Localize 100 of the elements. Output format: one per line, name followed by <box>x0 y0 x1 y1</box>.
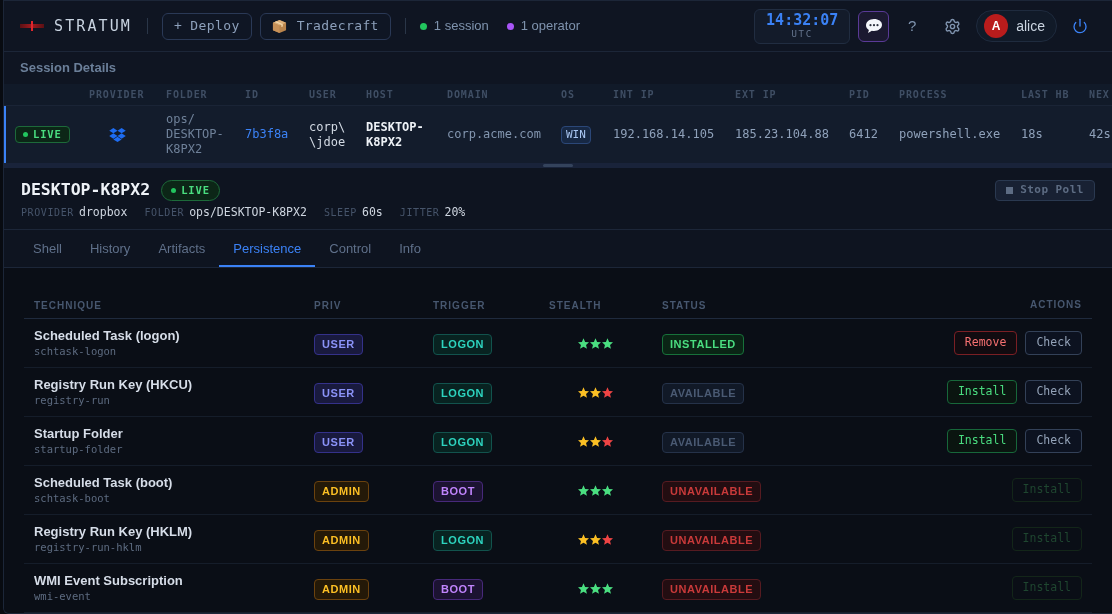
tradecraft-button[interactable]: Tradecraft <box>259 12 391 40</box>
column-header: HOST <box>366 88 394 102</box>
check-button[interactable]: Check <box>1025 380 1082 404</box>
deploy-button[interactable]: + Deploy <box>161 12 252 40</box>
meta-label: FOLDER <box>144 206 185 220</box>
stat-label: 1 session <box>433 17 489 36</box>
star-icon <box>602 435 613 447</box>
privilege-tag: ADMIN <box>314 578 369 600</box>
stat-label: 1 operator <box>520 17 580 36</box>
meta-label: SLEEP <box>323 206 357 220</box>
logo-icon <box>20 21 44 31</box>
technique-id: startup-folder <box>34 442 123 456</box>
meta-value: 60s <box>362 205 383 219</box>
tab[interactable]: Artifacts <box>144 230 220 267</box>
meta-value: ops/DESKTOP-K8PX2 <box>189 205 307 219</box>
privilege-tag: ADMIN <box>314 480 369 502</box>
section-title: Session Details <box>20 59 117 78</box>
tab[interactable]: Info <box>385 230 435 267</box>
stop-icon <box>1006 186 1014 194</box>
table-cell: 185.23.104.88 <box>735 127 829 142</box>
star-icon <box>578 484 589 496</box>
help-button[interactable]: ? <box>897 11 928 41</box>
settings-icon <box>943 17 961 35</box>
column-header: STEALTH <box>549 300 602 311</box>
host-title: DESKTOP-K8PX2 <box>21 179 151 201</box>
remove-button[interactable]: Remove <box>953 331 1018 355</box>
user-avatar: A <box>984 14 1009 38</box>
technique-name: Startup Folder <box>34 426 123 442</box>
status-tag: UNAVAILABLE <box>662 578 762 600</box>
status-tag: UNAVAILABLE <box>662 529 762 551</box>
table-cell-text: corp\\jdoe <box>309 119 347 150</box>
table-cell: corp.acme.com <box>447 127 541 142</box>
star-icon <box>578 386 589 398</box>
package-icon <box>271 18 287 34</box>
star-icon <box>578 533 589 545</box>
trigger-tag: LOGON <box>433 529 493 551</box>
privilege-tag: USER <box>314 382 363 404</box>
star-icon <box>578 582 589 594</box>
privilege-tag: USER <box>314 333 363 355</box>
meta-label: JITTER <box>399 206 440 220</box>
column-header: STATUS <box>662 300 707 311</box>
star-icon <box>602 533 613 545</box>
tab[interactable]: Control <box>315 230 386 267</box>
provider-logo-icon <box>109 127 126 142</box>
trigger-tag: BOOT <box>433 480 483 502</box>
star-icon <box>602 337 613 349</box>
technique-name: Scheduled Task (logon) <box>34 328 180 344</box>
brand-name: STRATUM <box>54 15 132 37</box>
chat-button[interactable] <box>858 10 890 42</box>
status-tag: AVAILABLE <box>662 382 745 404</box>
user-menu-button[interactable]: A alice <box>976 10 1057 42</box>
column-header: NEX <box>1089 88 1110 102</box>
table-cell-text: ops/DESKTOP-K8PX2 <box>166 112 225 157</box>
check-button[interactable]: Check <box>1025 429 1082 453</box>
technique-name: WMI Event Subscription <box>34 573 183 589</box>
speech-bubble-icon <box>864 18 883 34</box>
column-header: TRIGGER <box>433 300 486 311</box>
status-tag: UNAVAILABLE <box>662 480 762 502</box>
column-header: USER <box>309 88 337 102</box>
privilege-tag: ADMIN <box>314 529 369 551</box>
star-icon <box>590 484 601 496</box>
resize-handle[interactable] <box>4 163 1112 168</box>
column-header: DOMAIN <box>447 88 489 102</box>
technique-name: Registry Run Key (HKLM) <box>34 524 193 540</box>
install-button[interactable]: Install <box>946 429 1018 453</box>
column-header: ACTIONS <box>1030 297 1082 312</box>
clock-zone: UTC <box>791 29 814 40</box>
clock-time: 14:32:07 <box>766 12 839 29</box>
star-icon <box>578 435 589 447</box>
status-text: LIVE <box>181 184 210 196</box>
stop-poll-button[interactable]: Stop Poll <box>995 179 1095 201</box>
install-button[interactable]: Install <box>946 380 1018 404</box>
column-header: PROCESS <box>899 88 948 102</box>
meta-label: PROVIDER <box>21 206 74 220</box>
trigger-tag: LOGON <box>433 333 493 355</box>
check-button[interactable]: Check <box>1025 331 1082 355</box>
session-row[interactable]: LIVE ops/DESKTOP-K8PX2 7b3f8a corp\\jdoe DESKTOP-K8PX2 corp.acme.com WIN 192.168.14.105 185.23.104.88 6412 powershell.exe 18s 42s <box>4 106 1112 163</box>
technique-id: registry-run <box>34 393 110 407</box>
technique-name: Registry Run Key (HKCU) <box>34 377 193 393</box>
table-cell: 18s <box>1021 127 1043 142</box>
table-cell: powershell.exe <box>899 127 1001 142</box>
table-cell-text: DESKTOP-K8PX2 <box>366 119 425 150</box>
status-tag: AVAILABLE <box>662 431 745 453</box>
meta-value: dropbox <box>78 205 128 219</box>
star-icon <box>590 582 601 594</box>
star-icon <box>590 337 601 349</box>
technique-name: Scheduled Task (boot) <box>34 475 173 491</box>
meta-value: 20% <box>444 205 466 219</box>
table-cell: 7b3f8a <box>245 127 289 142</box>
technique-id: wmi-event <box>34 589 91 603</box>
privilege-tag: USER <box>314 431 363 453</box>
column-header: PID <box>849 88 870 102</box>
column-header: PRIV <box>314 300 342 311</box>
star-icon <box>590 386 601 398</box>
column-header: ID <box>245 88 259 102</box>
column-header: TECHNIQUE <box>34 300 102 311</box>
tab[interactable]: History <box>75 230 145 267</box>
column-header: LAST HB <box>1021 88 1070 102</box>
tab[interactable]: Shell <box>19 230 76 267</box>
trigger-tag: LOGON <box>433 382 493 404</box>
